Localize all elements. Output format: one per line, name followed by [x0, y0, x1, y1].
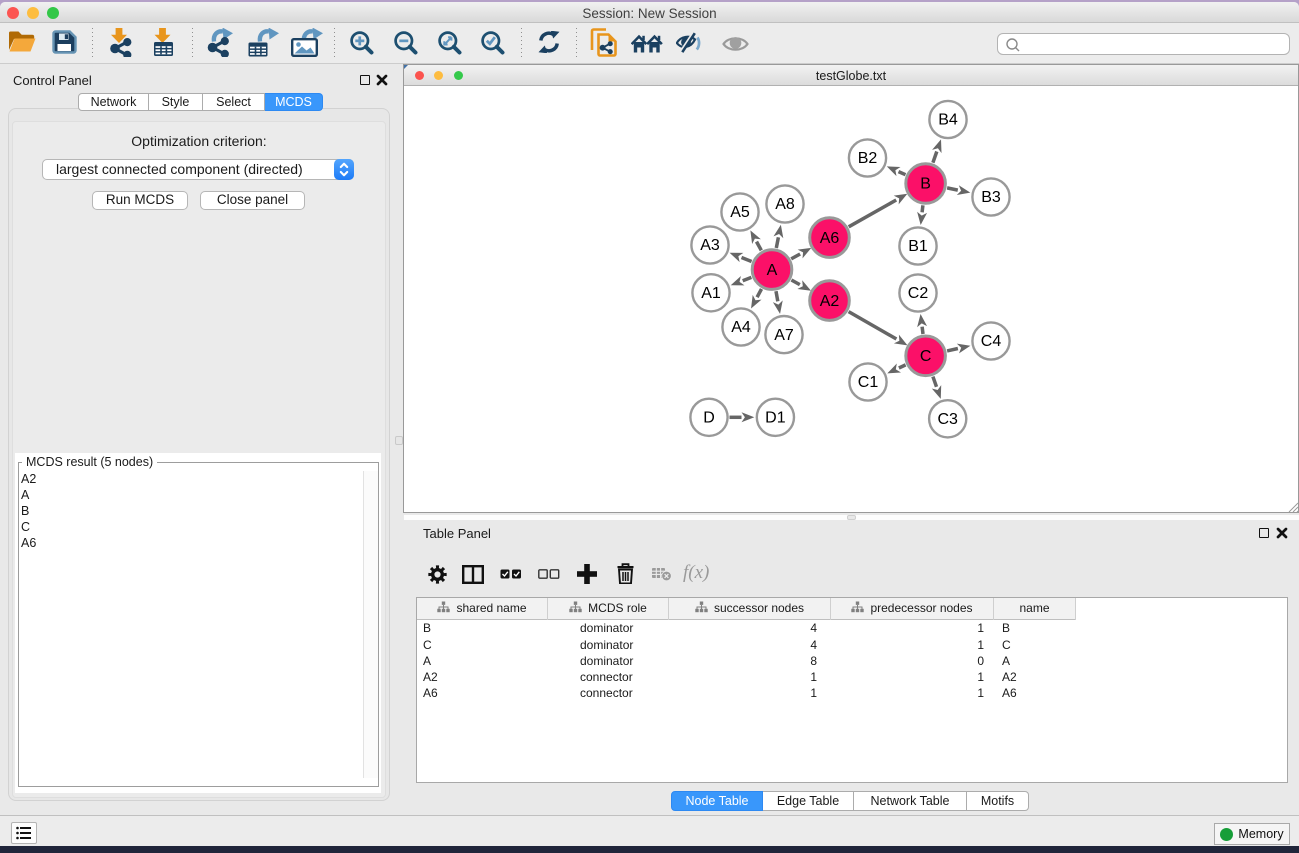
svg-text:B: B	[920, 176, 931, 193]
svg-text:A8: A8	[775, 196, 795, 213]
svg-text:C: C	[920, 348, 932, 365]
svg-text:C2: C2	[908, 285, 929, 302]
svg-text:D1: D1	[765, 410, 786, 427]
svg-text:A7: A7	[774, 327, 794, 344]
svg-text:B3: B3	[981, 189, 1001, 206]
svg-text:A1: A1	[701, 285, 721, 302]
svg-text:C4: C4	[981, 333, 1002, 350]
svg-text:C3: C3	[937, 411, 958, 428]
svg-text:A3: A3	[700, 237, 720, 254]
svg-text:A2: A2	[820, 293, 840, 310]
svg-text:B2: B2	[858, 150, 878, 167]
svg-text:B1: B1	[908, 238, 928, 255]
svg-text:B4: B4	[938, 112, 958, 129]
svg-text:A5: A5	[730, 204, 750, 221]
svg-text:A4: A4	[731, 319, 751, 336]
svg-text:C1: C1	[858, 374, 879, 391]
svg-text:A6: A6	[820, 230, 840, 247]
svg-text:A: A	[767, 262, 778, 279]
svg-text:D: D	[703, 410, 715, 427]
